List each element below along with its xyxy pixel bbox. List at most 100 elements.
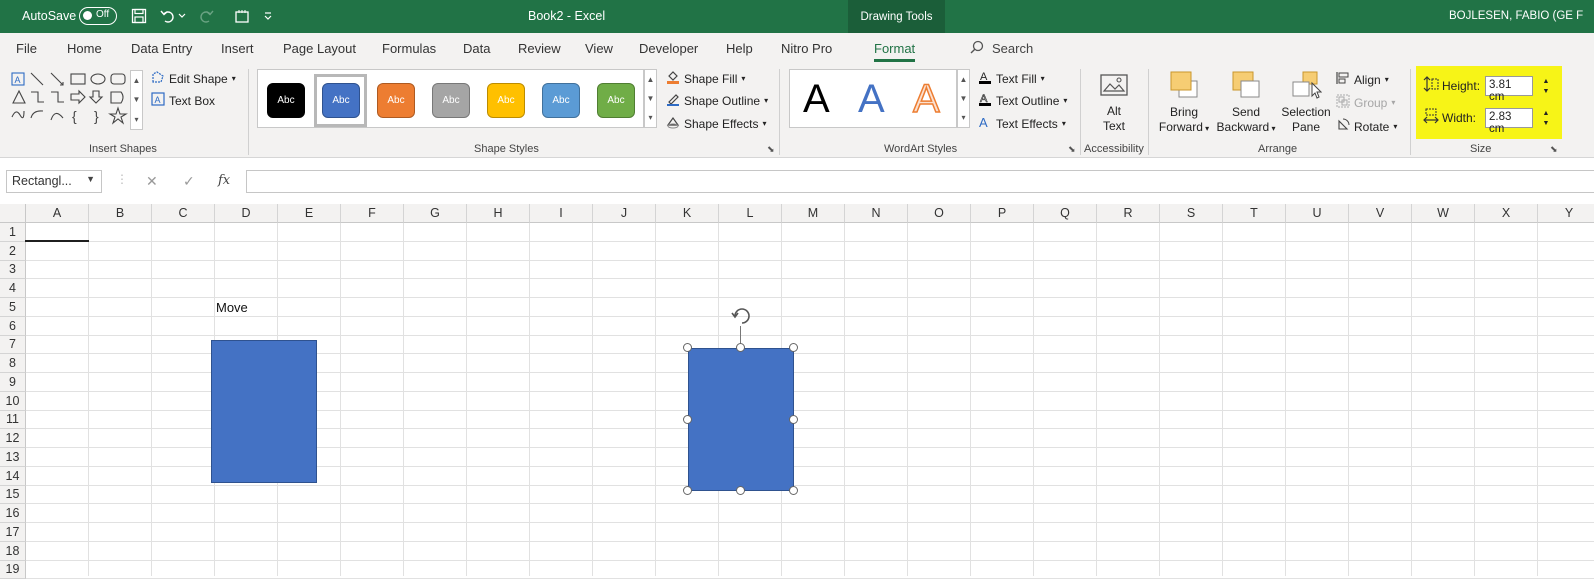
resize-handle[interactable] <box>789 486 798 495</box>
alt-text-button[interactable]: Alt Text <box>1092 72 1136 134</box>
user-name[interactable]: BOJLESEN, FABIO (GE F <box>1449 10 1583 22</box>
row-header-12[interactable]: 12 <box>0 429 26 448</box>
resize-handle[interactable] <box>789 415 798 424</box>
width-spinner[interactable]: ▲▼ <box>1539 108 1553 128</box>
shape-style-swatch[interactable]: Abc <box>267 83 305 118</box>
column-header-d[interactable]: D <box>215 204 278 223</box>
shape-styles-scroll[interactable]: ▲ ▼ ▾ <box>644 69 657 128</box>
column-header-f[interactable]: F <box>341 204 404 223</box>
cell-d5[interactable]: Move <box>216 300 248 315</box>
row-header-13[interactable]: 13 <box>0 448 26 467</box>
wordart-style-blue[interactable]: A <box>858 78 885 120</box>
row-header-4[interactable]: 4 <box>0 279 26 298</box>
insert-function-icon[interactable]: fx <box>218 173 230 188</box>
column-header-x[interactable]: X <box>1475 204 1538 223</box>
chevron-down-icon[interactable]: ▼ <box>86 174 95 184</box>
row-header-2[interactable]: 2 <box>0 242 26 261</box>
shape-style-swatch[interactable]: Abc <box>487 83 525 118</box>
column-header-p[interactable]: P <box>971 204 1034 223</box>
worksheet-grid[interactable]: ABCDEFGHIJKLMNOPQRSTUVWXY123456789101112… <box>0 204 1594 576</box>
scroll-down-icon[interactable]: ▼ <box>960 94 968 103</box>
resize-handle[interactable] <box>789 343 798 352</box>
row-header-3[interactable]: 3 <box>0 261 26 280</box>
formula-input[interactable] <box>246 170 1594 193</box>
shape-style-swatch[interactable]: Abc <box>377 83 415 118</box>
row-header-6[interactable]: 6 <box>0 317 26 336</box>
enter-icon[interactable]: ✓ <box>183 173 195 190</box>
shapes-gallery[interactable]: A { } <box>8 70 143 130</box>
more-icon[interactable]: ▾ <box>134 115 138 124</box>
column-header-r[interactable]: R <box>1097 204 1160 223</box>
select-all-corner[interactable] <box>0 204 26 223</box>
row-header-16[interactable]: 16 <box>0 504 26 523</box>
tab-formulas[interactable]: Formulas <box>382 41 436 56</box>
row-header-18[interactable]: 18 <box>0 542 26 561</box>
name-box[interactable]: Rectangl... ▼ <box>6 170 102 193</box>
bring-forward-button[interactable]: Bring Forward ▾ <box>1155 69 1213 136</box>
spin-up-icon[interactable]: ▲ <box>1543 110 1550 117</box>
spin-down-icon[interactable]: ▼ <box>1543 88 1550 95</box>
column-header-t[interactable]: T <box>1223 204 1286 223</box>
dialog-launcher-icon[interactable]: ⬊ <box>767 144 775 155</box>
rectangle-shape[interactable] <box>211 340 317 483</box>
align-button[interactable]: Align▾ <box>1336 71 1389 88</box>
column-header-j[interactable]: J <box>593 204 656 223</box>
shape-style-swatch[interactable]: Abc <box>322 83 360 118</box>
column-header-a[interactable]: A <box>26 204 89 223</box>
resize-handle[interactable] <box>683 415 692 424</box>
column-header-n[interactable]: N <box>845 204 908 223</box>
resize-handle[interactable] <box>736 343 745 352</box>
row-header-15[interactable]: 15 <box>0 486 26 505</box>
tab-page-layout[interactable]: Page Layout <box>283 41 356 56</box>
column-header-w[interactable]: W <box>1412 204 1475 223</box>
row-header-10[interactable]: 10 <box>0 392 26 411</box>
dialog-launcher-icon[interactable]: ⬊ <box>1068 144 1076 155</box>
column-header-u[interactable]: U <box>1286 204 1349 223</box>
column-header-i[interactable]: I <box>530 204 593 223</box>
rotate-handle-icon[interactable] <box>730 304 754 331</box>
resize-handle[interactable] <box>736 486 745 495</box>
tab-insert[interactable]: Insert <box>221 41 254 56</box>
spin-down-icon[interactable]: ▼ <box>1543 120 1550 127</box>
shape-outline-button[interactable]: Shape Outline▾ <box>666 92 768 109</box>
wordart-style-black[interactable]: A <box>803 78 830 120</box>
spin-up-icon[interactable]: ▲ <box>1543 78 1550 85</box>
column-header-k[interactable]: K <box>656 204 719 223</box>
search-box[interactable]: Search <box>970 40 1033 57</box>
scroll-up-icon[interactable]: ▲ <box>647 75 655 84</box>
selected-rectangle-shape[interactable] <box>688 348 794 491</box>
column-header-m[interactable]: M <box>782 204 845 223</box>
column-header-h[interactable]: H <box>467 204 530 223</box>
edit-shape-button[interactable]: Edit Shape▾ <box>151 70 236 87</box>
row-header-17[interactable]: 17 <box>0 523 26 542</box>
row-header-8[interactable]: 8 <box>0 354 26 373</box>
row-header-1[interactable]: 1 <box>0 223 26 242</box>
row-header-9[interactable]: 9 <box>0 373 26 392</box>
column-header-o[interactable]: O <box>908 204 971 223</box>
resize-handle[interactable] <box>683 343 692 352</box>
tab-view[interactable]: View <box>585 41 613 56</box>
more-icon[interactable]: ▾ <box>648 113 652 122</box>
shape-style-swatch[interactable]: Abc <box>542 83 580 118</box>
column-header-q[interactable]: Q <box>1034 204 1097 223</box>
scroll-down-icon[interactable]: ▼ <box>647 94 655 103</box>
row-header-19[interactable]: 19 <box>0 561 26 579</box>
redo-icon[interactable] <box>196 6 216 26</box>
customize-qat-icon[interactable] <box>260 6 276 26</box>
group-button[interactable]: Group▾ <box>1336 94 1395 111</box>
undo-icon[interactable] <box>158 6 178 26</box>
width-input[interactable]: 2.83 cm <box>1485 108 1533 128</box>
tab-help[interactable]: Help <box>726 41 753 56</box>
scroll-up-icon[interactable]: ▲ <box>133 76 141 85</box>
resize-handle[interactable] <box>683 486 692 495</box>
text-outline-button[interactable]: A Text Outline▾ <box>978 92 1067 109</box>
selection-pane-button[interactable]: Selection Pane <box>1279 69 1333 135</box>
scroll-up-icon[interactable]: ▲ <box>960 75 968 84</box>
column-header-c[interactable]: C <box>152 204 215 223</box>
shape-fill-button[interactable]: Shape Fill▾ <box>666 70 745 87</box>
save-icon[interactable] <box>129 6 149 26</box>
shape-style-swatch[interactable]: Abc <box>597 83 635 118</box>
row-header-7[interactable]: 7 <box>0 336 26 355</box>
wordart-scroll[interactable]: ▲▼▾ <box>957 69 970 128</box>
text-box-button[interactable]: A Text Box <box>151 92 215 109</box>
